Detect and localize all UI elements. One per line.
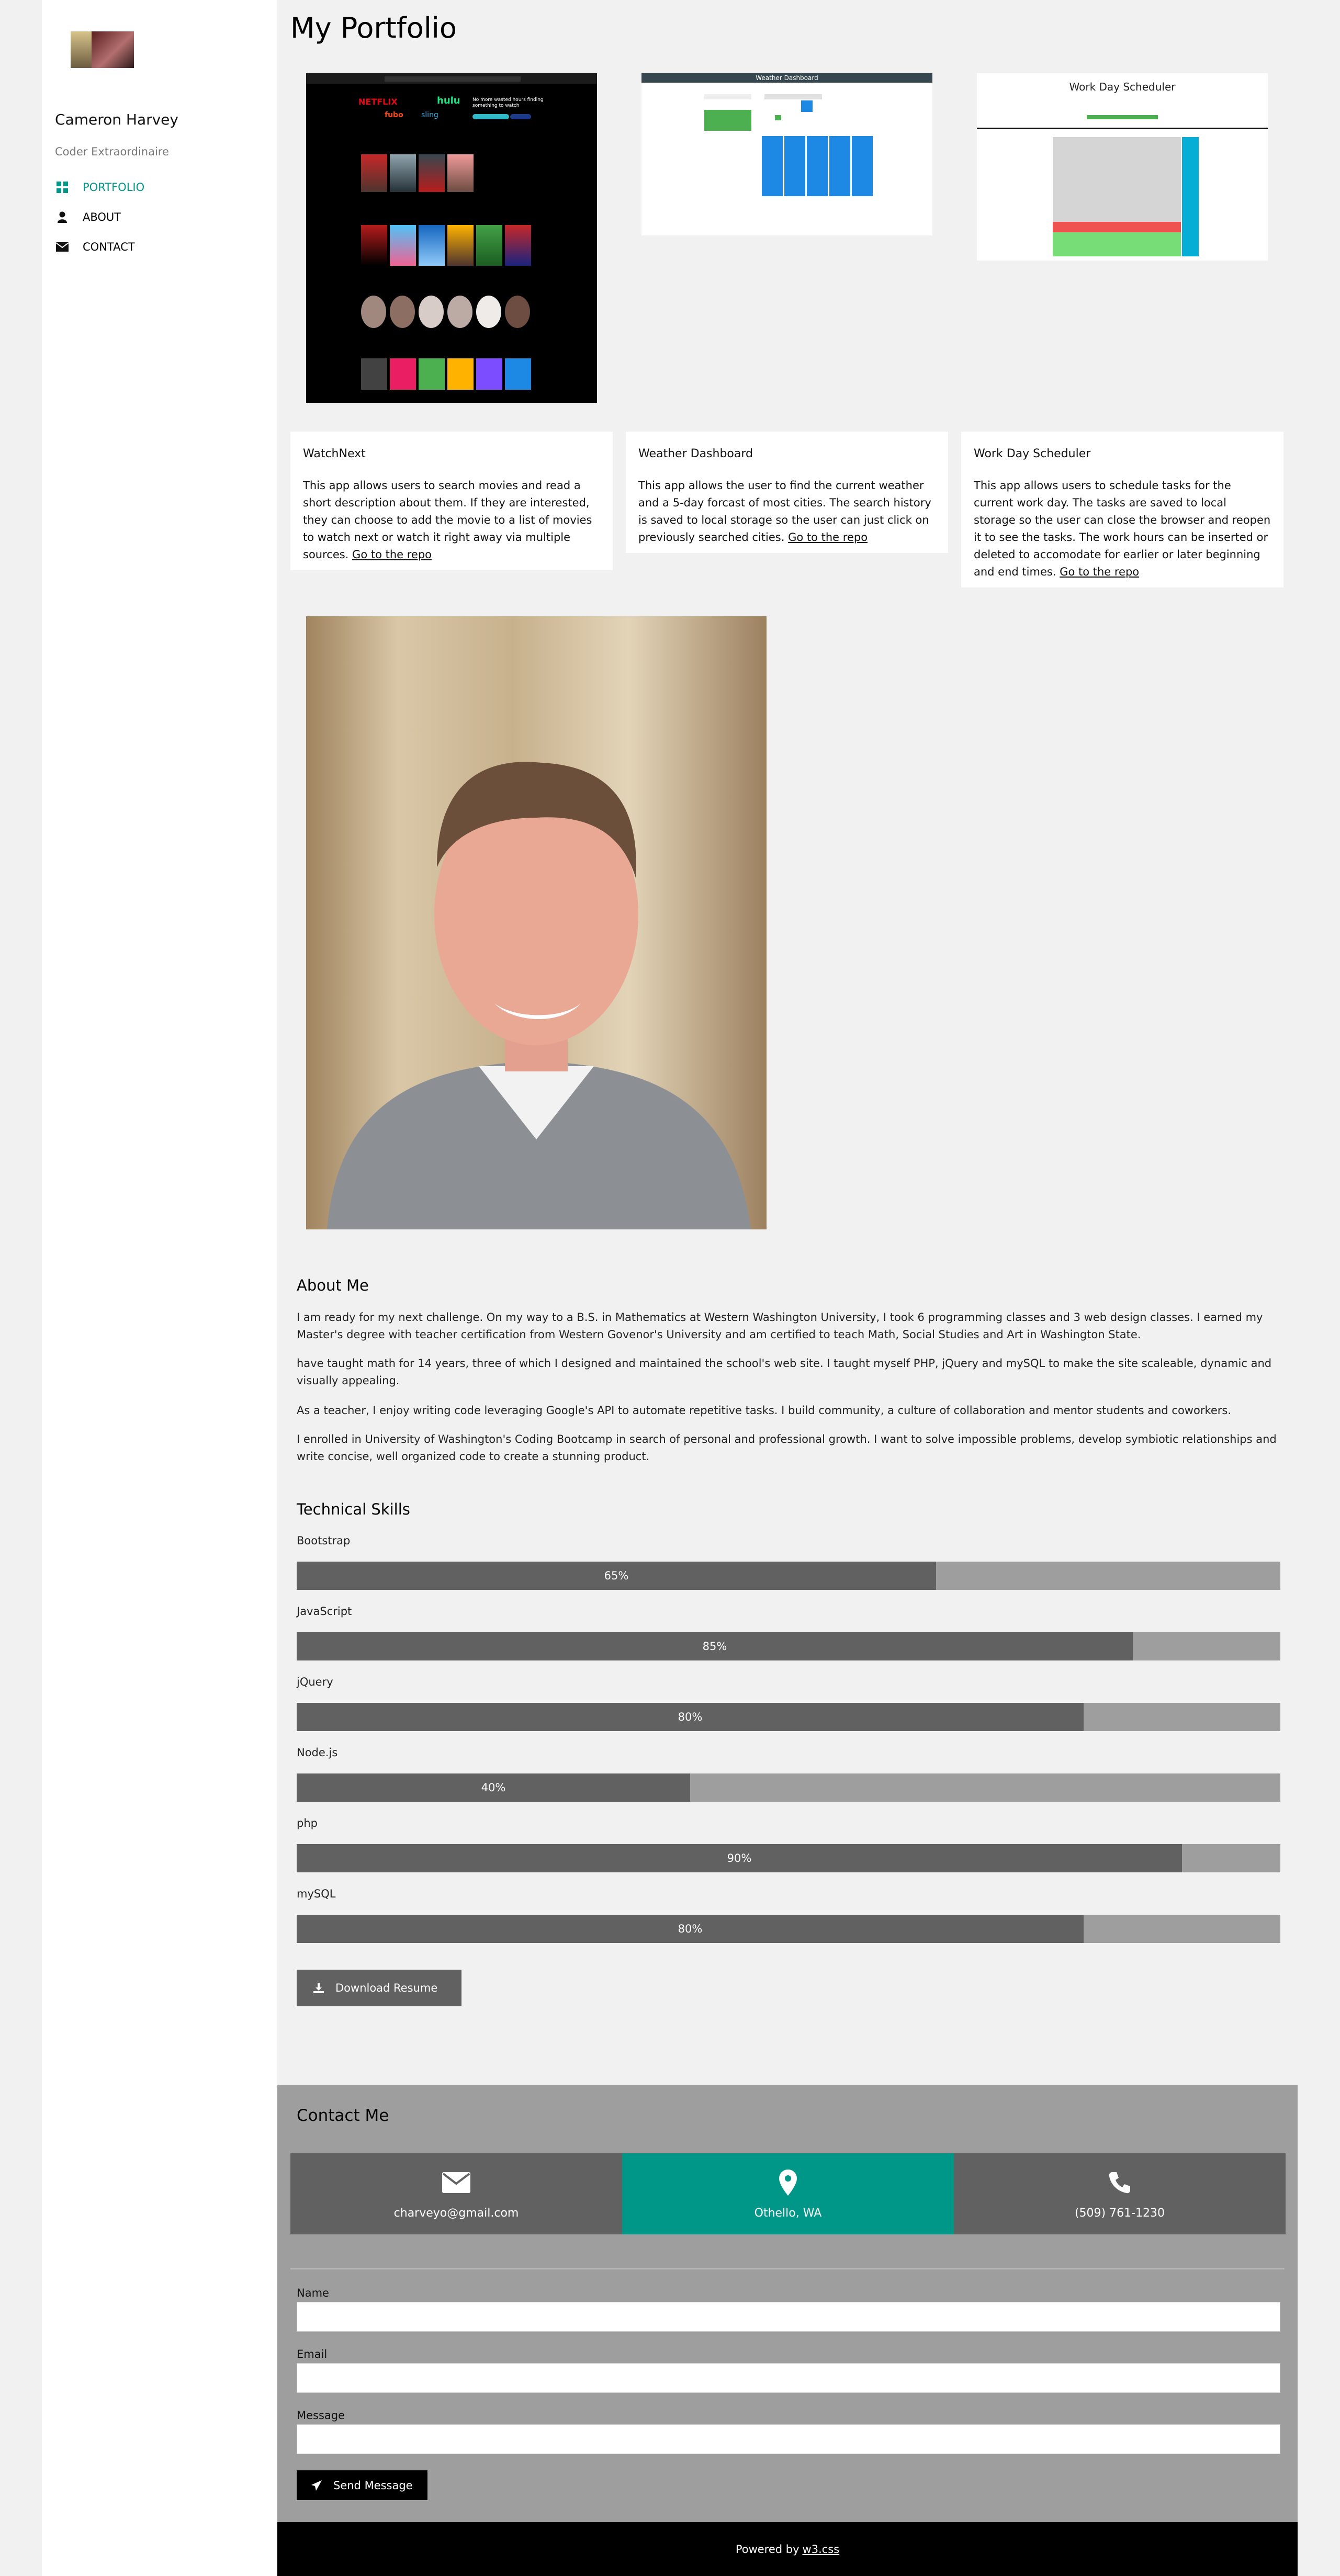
about-heading: About Me (297, 1276, 369, 1294)
nav-portfolio[interactable]: PORTFOLIO (55, 177, 264, 198)
project-card-scheduler: Work Day Scheduler This app allows users… (961, 432, 1283, 587)
profile-photo (306, 616, 767, 1229)
message-input[interactable] (297, 2424, 1280, 2454)
location-tile: Othello, WA (622, 2153, 954, 2234)
hulu-logo: hulu (437, 95, 460, 106)
download-resume-button[interactable]: Download Resume (297, 1970, 461, 2006)
skill-label: mySQL (297, 1888, 336, 1900)
name-input[interactable] (297, 2302, 1280, 2332)
nav-contact[interactable]: CONTACT (55, 236, 264, 257)
skill-bar-fill: 40% (297, 1773, 690, 1802)
skill-bar-fill: 90% (297, 1844, 1182, 1872)
nav-contact-label: CONTACT (83, 241, 135, 253)
weather-dashboard-screenshot[interactable]: Weather Dashboard (641, 73, 932, 235)
phone-icon (1108, 2168, 1131, 2197)
page-title: My Portfolio (290, 12, 457, 44)
main-content: My Portfolio NETFLIX hulu fubo sling No … (277, 0, 1340, 2576)
about-paragraph: As a teacher, I enjoy writing code lever… (297, 1404, 1232, 1417)
contact-location: Othello, WA (754, 2207, 822, 2220)
nav-about-label: ABOUT (83, 211, 121, 223)
skill-label: Bootstrap (297, 1534, 351, 1547)
contact-email: charveyo@gmail.com (393, 2207, 519, 2220)
watchnext-screenshot[interactable]: NETFLIX hulu fubo sling No more wasted h… (306, 73, 597, 403)
project-card-weather: Weather Dashboard This app allows the us… (626, 432, 948, 553)
project-title: Weather Dashboard (638, 447, 753, 460)
project-card-watchnext: WatchNext This app allows users to searc… (290, 432, 613, 570)
envelope-icon (442, 2168, 470, 2197)
email-tile: charveyo@gmail.com (290, 2153, 622, 2234)
about-paragraph: have taught math for 14 years, three of … (297, 1357, 1272, 1387)
netflix-logo: NETFLIX (358, 97, 398, 107)
project-description: This app allows users to schedule tasks … (974, 479, 1271, 578)
skill-label: jQuery (297, 1676, 333, 1688)
skill-bar-fill: 85% (297, 1632, 1133, 1660)
scheduler-shot-header: Work Day Scheduler (1069, 81, 1176, 93)
contact-section: Contact Me charveyo@gmail.com Othello, W… (277, 2085, 1298, 2522)
skill-bar: 90% (297, 1844, 1280, 1872)
user-icon (55, 211, 70, 223)
download-icon (313, 1983, 324, 1993)
skill-bar: 80% (297, 1703, 1280, 1731)
sidebar: Cameron Harvey Coder Extraordinaire PORT… (42, 0, 277, 2576)
project-title: Work Day Scheduler (974, 447, 1091, 460)
footer-link[interactable]: w3.css (803, 2543, 840, 2556)
envelope-icon (55, 242, 70, 252)
nav-about[interactable]: ABOUT (55, 207, 264, 228)
about-paragraph: I am ready for my next challenge. On my … (297, 1311, 1263, 1341)
message-label: Message (297, 2409, 345, 2422)
footer: Powered by w3.css (277, 2522, 1298, 2576)
avatar (71, 31, 134, 68)
name-label: Name (297, 2287, 329, 2299)
skill-bar-fill: 80% (297, 1703, 1084, 1731)
skills-heading: Technical Skills (297, 1500, 410, 1518)
email-input[interactable] (297, 2363, 1280, 2393)
skill-label: php (297, 1817, 318, 1829)
map-pin-icon (779, 2168, 797, 2197)
repo-link[interactable]: Go to the repo (788, 531, 868, 544)
weather-shot-header: Weather Dashboard (641, 73, 932, 83)
watchnext-tagline: No more wasted hours finding something t… (472, 97, 544, 108)
skill-bar-fill: 65% (297, 1562, 936, 1590)
footer-text: Powered by (735, 2543, 800, 2556)
download-resume-label: Download Resume (335, 1982, 438, 1994)
contact-heading: Contact Me (297, 2106, 389, 2125)
work-day-scheduler-screenshot[interactable]: Work Day Scheduler (977, 73, 1268, 261)
about-paragraph: I enrolled in University of Washington's… (297, 1433, 1277, 1463)
grid-icon (55, 182, 70, 193)
send-message-button[interactable]: Send Message (297, 2470, 427, 2500)
skill-bar: 65% (297, 1562, 1280, 1590)
phone-tile: (509) 761-1230 (954, 2153, 1286, 2234)
skill-bar-fill: 80% (297, 1915, 1084, 1943)
fubo-logo: fubo (385, 111, 403, 119)
send-message-label: Send Message (333, 2479, 413, 2492)
skill-label: Node.js (297, 1746, 338, 1759)
email-label: Email (297, 2348, 328, 2360)
skill-bar: 80% (297, 1915, 1280, 1943)
project-description: This app allows the user to find the cur… (638, 479, 931, 544)
repo-link[interactable]: Go to the repo (352, 548, 432, 561)
project-title: WatchNext (303, 447, 366, 460)
paper-plane-icon (311, 2480, 322, 2491)
sling-logo: sling (421, 111, 438, 119)
skill-bar: 85% (297, 1632, 1280, 1660)
profile-subtitle: Coder Extraordinaire (55, 145, 169, 158)
project-description: This app allows users to search movies a… (303, 479, 592, 561)
skill-bar: 40% (297, 1773, 1280, 1802)
contact-phone: (509) 761-1230 (1074, 2207, 1165, 2220)
nav-portfolio-label: PORTFOLIO (83, 181, 145, 194)
divider (290, 2268, 1285, 2269)
skill-label: JavaScript (297, 1605, 352, 1618)
profile-name: Cameron Harvey (55, 111, 178, 128)
repo-link[interactable]: Go to the repo (1060, 566, 1139, 578)
